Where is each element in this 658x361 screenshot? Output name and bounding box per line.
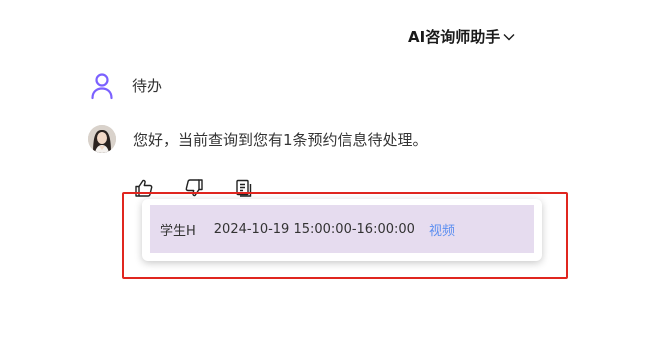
appointment-row[interactable]: 学生H 2024-10-19 15:00:00-16:00:00 视频	[150, 205, 534, 253]
avatar	[88, 125, 116, 153]
bot-message-text: 您好，当前查询到您有1条预约信息待处理。	[133, 131, 428, 149]
user-message-text: 待办	[132, 77, 163, 95]
chevron-down-icon	[503, 33, 515, 40]
assistant-selector[interactable]: AI咨询师助手	[408, 26, 516, 47]
appointment-time: 2024-10-19 15:00:00-16:00:00	[213, 221, 415, 237]
appointment-student: 学生H	[160, 223, 196, 239]
user-icon	[91, 73, 113, 100]
appointment-card: 学生H 2024-10-19 15:00:00-16:00:00 视频	[142, 199, 542, 261]
appointment-type-link[interactable]: 视频	[429, 220, 455, 239]
assistant-title: AI咨询师助手	[408, 28, 501, 46]
